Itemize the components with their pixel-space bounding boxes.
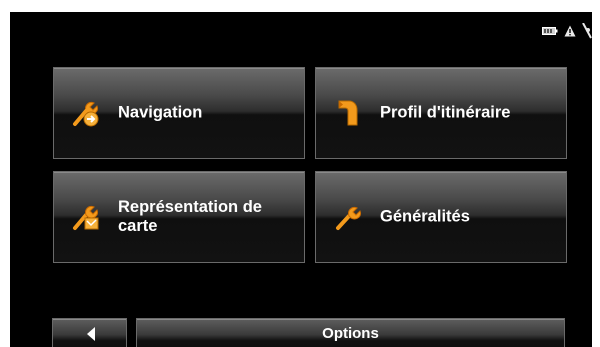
navigation-settings-label: Navigation	[118, 103, 203, 122]
wrench-icon	[334, 203, 362, 231]
warning-icon	[564, 25, 576, 37]
gps-signal-icon	[582, 23, 592, 39]
options-title-bar: Options	[136, 318, 565, 347]
wrench-arrow-icon	[72, 99, 100, 127]
navigation-screen: Navigation Profil d'itinéraire Représent…	[10, 12, 592, 347]
map-display-label: Représentation de carte	[118, 198, 262, 235]
page-title: Options	[322, 325, 379, 342]
route-profile-button[interactable]: Profil d'itinéraire	[315, 67, 567, 159]
general-settings-label: Généralités	[380, 207, 470, 226]
back-arrow-icon	[87, 327, 95, 341]
route-profile-icon	[334, 99, 362, 127]
map-display-button[interactable]: Représentation de carte	[53, 171, 305, 263]
status-bar	[542, 20, 592, 42]
battery-icon	[542, 26, 558, 36]
general-settings-button[interactable]: Généralités	[315, 171, 567, 263]
wrench-map-icon	[72, 203, 100, 231]
back-button[interactable]	[52, 318, 127, 347]
navigation-settings-button[interactable]: Navigation	[53, 67, 305, 159]
route-profile-label: Profil d'itinéraire	[380, 103, 511, 122]
